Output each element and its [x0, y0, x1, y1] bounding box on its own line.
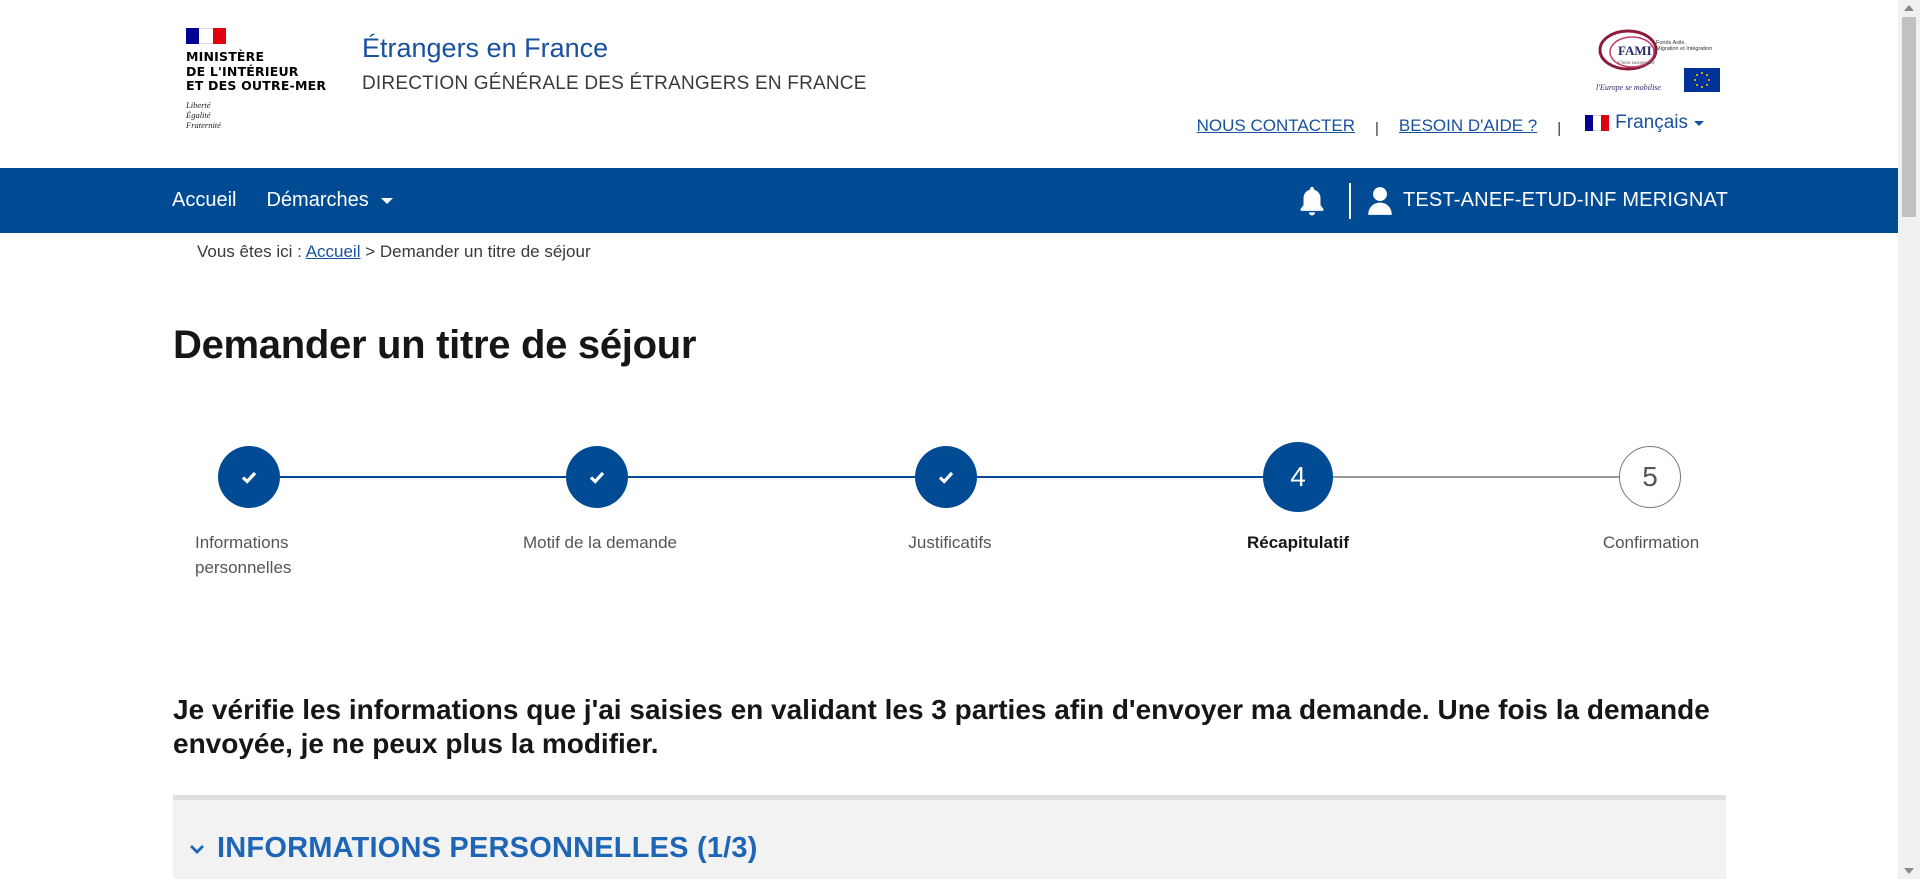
contact-link[interactable]: NOUS CONTACTER — [1197, 116, 1355, 136]
ministry-logo[interactable]: MINISTÈRE DE L'INTÉRIEUR ET DES OUTRE-ME… — [186, 28, 336, 130]
step-5-circle: 5 — [1619, 446, 1681, 508]
step-2-circle — [566, 446, 628, 508]
breadcrumb-prefix: Vous êtes ici : — [197, 242, 302, 261]
bell-icon[interactable] — [1295, 184, 1329, 218]
step-3-label: Justificatifs — [908, 533, 992, 552]
fami-logo: FAMI Fonds Asile, Migration et Intégrati… — [1596, 29, 1720, 92]
step-4-circle: 4 — [1263, 442, 1333, 512]
page-title: Demander un titre de séjour — [173, 323, 697, 367]
scroll-down-arrow-icon[interactable] — [1904, 868, 1914, 874]
main-nav: Accueil Démarches TEST-ANEF-ETUD-INF MER… — [0, 168, 1898, 233]
breadcrumb-current: Demander un titre de séjour — [379, 242, 591, 261]
step-5-label: Confirmation — [1602, 533, 1700, 552]
language-selector[interactable]: Français — [1585, 112, 1704, 134]
french-flag-icon — [1585, 115, 1610, 131]
user-menu[interactable]: TEST-ANEF-ETUD-INF MERIGNAT — [1367, 186, 1728, 216]
chevron-down-icon — [1694, 120, 1704, 126]
step-3-circle — [915, 446, 977, 508]
fami-desc-2: Migration et Intégration — [1656, 46, 1712, 52]
user-name: TEST-ANEF-ETUD-INF MERIGNAT — [1402, 189, 1728, 211]
republic-motto: Liberté Égalité Fraternité — [186, 99, 221, 130]
scroll-up-arrow-icon[interactable] — [1904, 5, 1914, 11]
language-label: Français — [1615, 112, 1688, 133]
checkmark-icon — [241, 471, 257, 484]
fami-desc-3: Union européenne — [1618, 61, 1656, 66]
page-scrollbar[interactable] — [1898, 0, 1920, 879]
help-link[interactable]: BESOIN D'AIDE ? — [1399, 116, 1537, 136]
ministry-name: MINISTÈRE DE L'INTÉRIEUR ET DES OUTRE-ME… — [186, 49, 327, 93]
step-1-label: Informations personnelles — [195, 533, 292, 577]
marianne-flag-icon — [186, 28, 226, 44]
step-1-circle — [218, 446, 280, 508]
step-2-label: Motif de la demande — [522, 533, 678, 552]
scrollbar-thumb[interactable] — [1902, 17, 1916, 217]
fami-name: FAMI — [1618, 43, 1652, 58]
accordion-personal-info[interactable]: INFORMATIONS PERSONNELLES (1/3) — [173, 795, 1726, 879]
accordion-header[interactable]: INFORMATIONS PERSONNELLES (1/3) — [189, 832, 758, 865]
checkmark-icon — [589, 471, 605, 484]
chevron-down-icon — [190, 844, 204, 854]
site-title[interactable]: Étrangers en France — [362, 33, 608, 64]
stepper-progress — [248, 476, 1298, 478]
chevron-down-icon — [380, 197, 393, 204]
header-links: NOUS CONTACTER | BESOIN D'AIDE ? | Franç… — [1197, 112, 1704, 137]
nav-divider — [1348, 182, 1351, 219]
user-icon — [1368, 186, 1392, 215]
accordion-title: INFORMATIONS PERSONNELLES (1/3) — [217, 832, 758, 864]
nav-home[interactable]: Accueil — [172, 189, 236, 212]
link-separator: | — [1557, 119, 1562, 137]
fami-slogan: l'Europe se mobilise — [1596, 83, 1661, 92]
site-header: MINISTÈRE DE L'INTÉRIEUR ET DES OUTRE-ME… — [0, 0, 1898, 168]
nav-procedures-dropdown[interactable]: Démarches — [266, 189, 393, 212]
breadcrumb-separator: > — [365, 242, 376, 261]
nav-procedures-label: Démarches — [266, 189, 369, 211]
nav-home-label: Accueil — [172, 189, 237, 211]
instructions-text: Je vérifie les informations que j'ai sai… — [173, 694, 1710, 759]
checkmark-icon — [938, 471, 954, 484]
breadcrumb-home-link[interactable]: Accueil — [306, 242, 361, 261]
step-4-label: Récapitulatif — [1246, 533, 1350, 552]
breadcrumb: Vous êtes ici : Accueil > Demander un ti… — [197, 242, 591, 262]
link-separator: | — [1374, 119, 1379, 137]
progress-stepper: 4 5 Informations personnelles Motif de l… — [0, 440, 1898, 590]
site-subtitle: DIRECTION GÉNÉRALE DES ÉTRANGERS EN FRAN… — [362, 73, 867, 94]
